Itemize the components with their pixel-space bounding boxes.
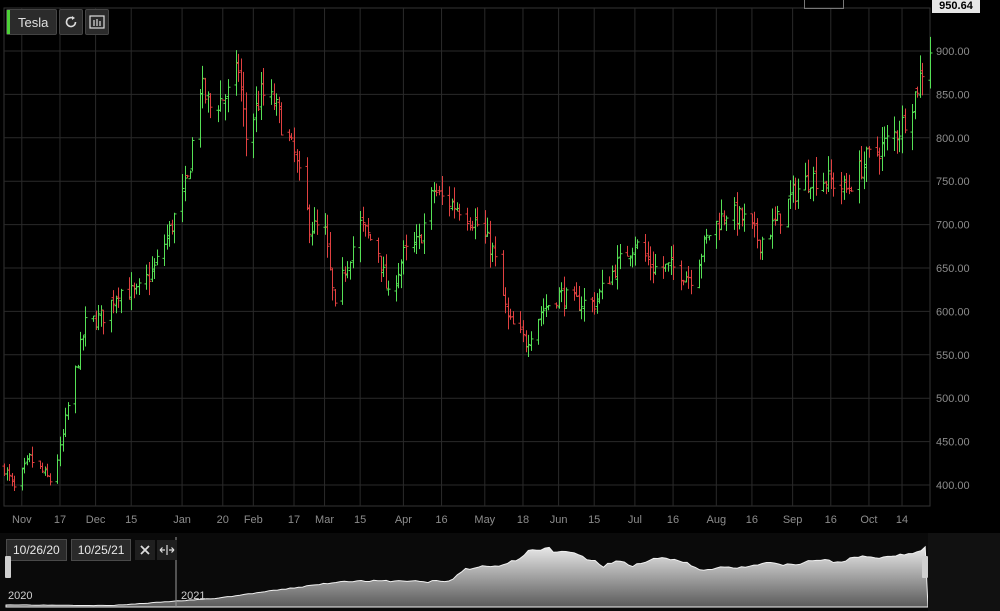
y-tick-label: 450.00 [936, 437, 970, 449]
x-tick-label: 15 [125, 514, 137, 526]
date-range-controls: 10/26/20 10/25/21 [6, 539, 179, 561]
y-tick-label: 900.00 [936, 46, 970, 58]
start-date-field[interactable]: 10/26/20 [6, 539, 67, 561]
x-tick-label: 20 [217, 514, 229, 526]
x-tick-label: 16 [667, 514, 679, 526]
chart-type-button[interactable] [85, 9, 110, 35]
x-tick-label: Mar [315, 514, 334, 526]
x-tick-label: Jul [628, 514, 642, 526]
y-tick-label: 550.00 [936, 350, 970, 362]
x-tick-label: 14 [896, 514, 908, 526]
x-tick-label: Oct [860, 514, 877, 526]
navigator-left-handle[interactable] [5, 556, 11, 578]
x-tick-label: Feb [244, 514, 263, 526]
close-icon [140, 545, 151, 555]
x-tick-label: Jun [550, 514, 568, 526]
plot-area [3, 7, 931, 507]
ohlc-chart[interactable]: 400.00 450.00 500.00 550.00 600.00 650.00 700.… [0, 0, 1000, 533]
x-tick-label: 15 [354, 514, 366, 526]
end-date-field[interactable]: 10/25/21 [70, 539, 132, 561]
navigator-right-gutter [928, 533, 1000, 611]
clear-range-button[interactable] [135, 540, 156, 560]
year-label-2020: 2020 [8, 590, 33, 602]
symbol-name: Tesla [18, 14, 49, 30]
navigator-right-handle[interactable] [922, 556, 928, 578]
x-tick-label: 16 [435, 514, 447, 526]
y-tick-label: 600.00 [936, 306, 970, 318]
refresh-button[interactable] [59, 9, 84, 35]
last-price-tag: 950.64 [932, 0, 980, 13]
x-tick-label: 16 [825, 514, 837, 526]
bar-chart-icon [89, 15, 105, 29]
x-tick-label: Apr [395, 514, 412, 526]
refresh-icon [66, 16, 77, 28]
y-tick-label: 400.00 [936, 480, 970, 492]
y-tick-label: 700.00 [936, 220, 970, 232]
year-label-2021: 2021 [181, 590, 206, 602]
symbol-tab[interactable]: Tesla [6, 9, 58, 35]
x-tick-label: 15 [588, 514, 600, 526]
x-tick-label: 16 [746, 514, 758, 526]
price-chart-panel[interactable]: 400.00 450.00 500.00 550.00 600.00 650.00 700.… [0, 0, 1000, 533]
symbol-accent [7, 10, 10, 34]
x-tick-label: 17 [288, 514, 300, 526]
x-tick-label: Dec [86, 514, 106, 526]
x-tick-label: Nov [12, 514, 32, 526]
x-tick-label: 18 [517, 514, 529, 526]
ohlc-bar [221, 99, 226, 101]
x-tick-label: Jan [173, 514, 191, 526]
y-tick-label: 800.00 [936, 133, 970, 145]
x-tick-label: 17 [54, 514, 66, 526]
symbol-toolbar: Tesla [6, 9, 110, 35]
navigator-panel[interactable]: 10/26/20 10/25/21 2020 2021 [0, 533, 1000, 611]
x-tick-label: Aug [707, 514, 727, 526]
y-tick-label: 750.00 [936, 176, 970, 188]
y-tick-label: 850.00 [936, 89, 970, 101]
y-tick-label: 500.00 [936, 393, 970, 405]
fit-range-button[interactable] [157, 540, 178, 560]
x-tick-label: May [474, 514, 495, 526]
y-tick-label: 650.00 [936, 263, 970, 275]
x-tick-label: Sep [783, 514, 803, 526]
fit-width-icon [160, 545, 175, 555]
crosshair-marker [804, 0, 844, 9]
